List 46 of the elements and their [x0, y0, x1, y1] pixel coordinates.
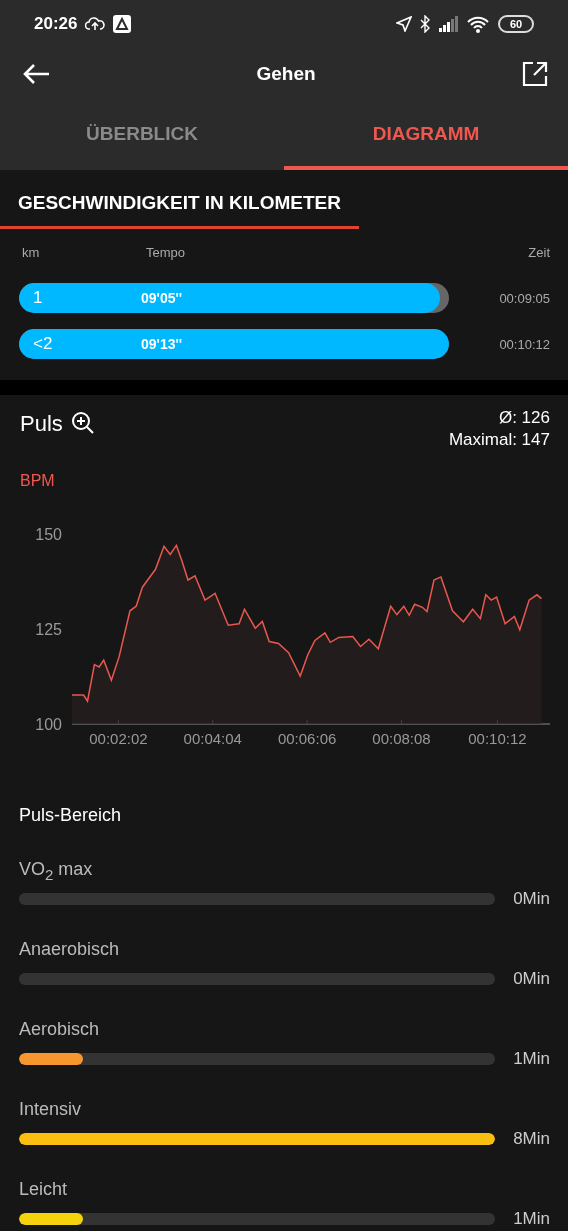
y-tick-label: 150: [35, 526, 62, 543]
x-tick-label: 00:06:06: [277, 730, 337, 747]
maximum-value: Maximal: 147: [448, 429, 550, 451]
section-title: Puls-Bereich: [19, 805, 123, 826]
clock-time: 20:26: [34, 14, 78, 34]
column-header: Zeit: [528, 245, 550, 262]
zoom-in-icon[interactable]: [70, 411, 95, 435]
battery-level: 60: [498, 15, 534, 33]
tab[interactable]: ÜBERBLICK: [0, 100, 284, 170]
pace-value: 09'05'': [141, 289, 183, 308]
pace-value: 09'13'': [141, 335, 183, 354]
zone-name: Intensiv: [19, 1099, 83, 1121]
zone-duration: 1Min: [513, 1209, 550, 1229]
y-tick-label: 125: [35, 621, 62, 638]
column-header: Tempo: [146, 245, 187, 262]
zone-name: Anaerobisch: [19, 939, 121, 961]
average-value: Ø: 126: [497, 407, 550, 429]
section-title: GESCHWINDIGKEIT IN KILOMETER: [0, 170, 359, 229]
zone-name: VO$_{2}$ max: [19, 859, 94, 885]
axis-label: BPM: [20, 472, 55, 489]
split-time: 00:10:12: [499, 336, 550, 352]
bluetooth-icon: [420, 15, 430, 33]
x-tick-label: 00:04:04: [183, 730, 242, 747]
x-tick-label: 00:08:08: [372, 730, 431, 747]
x-tick-label: 00:02:02: [89, 730, 148, 747]
signal-icon: [438, 16, 458, 32]
y-tick-label: 100: [35, 716, 62, 733]
section-title: Puls: [20, 411, 63, 438]
zone-name: Aerobisch: [19, 1019, 101, 1041]
zone-duration: 0Min: [513, 889, 550, 909]
km-label: <2: [32, 334, 54, 354]
column-header: km: [22, 245, 41, 262]
app-icon: [113, 15, 132, 33]
zone-duration: 0Min: [513, 969, 550, 989]
wifi-icon: [466, 15, 490, 33]
split-time: 00:09:05: [499, 290, 550, 306]
location-icon: [396, 16, 412, 32]
zone-duration: 1Min: [513, 1049, 550, 1069]
zone-name: Leicht: [19, 1179, 69, 1201]
km-label: 1: [32, 288, 44, 308]
zone-duration: 8Min: [513, 1129, 550, 1149]
screen-title: Gehen: [255, 63, 317, 85]
share-icon[interactable]: [522, 61, 548, 87]
cloud-upload-icon: [85, 16, 106, 32]
x-tick-label: 00:10:12: [468, 730, 527, 747]
back-arrow-icon[interactable]: [22, 63, 50, 85]
